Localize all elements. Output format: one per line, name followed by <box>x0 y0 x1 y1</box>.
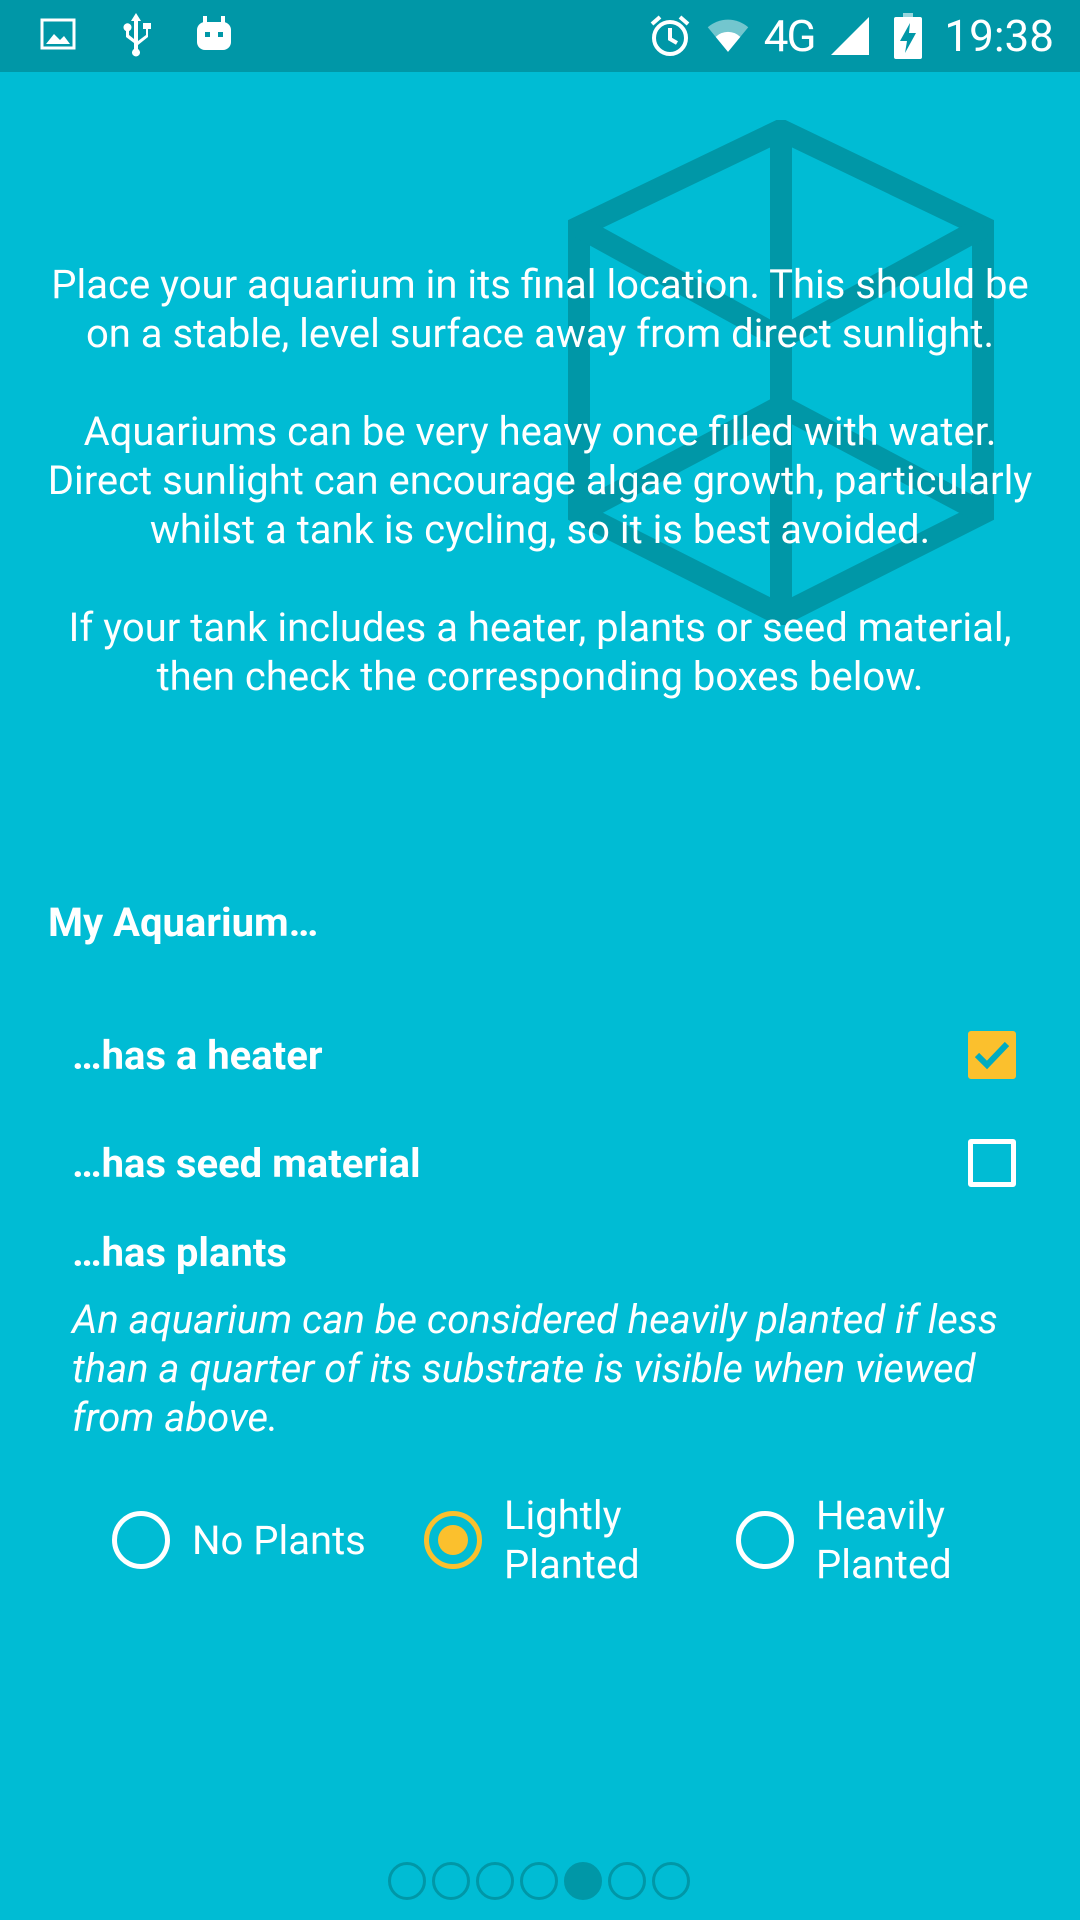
usb-icon <box>114 12 158 57</box>
heater-label: …has a heater <box>72 1031 323 1079</box>
radio-button[interactable] <box>424 1511 482 1569</box>
page-dot[interactable] <box>432 1862 470 1900</box>
alarm-icon <box>648 14 692 58</box>
page-dot[interactable] <box>520 1862 558 1900</box>
page-dot[interactable] <box>608 1862 646 1900</box>
heater-checkbox[interactable] <box>968 1031 1016 1079</box>
radio-label: Lightly Planted <box>504 1492 640 1588</box>
radio-no-plants[interactable]: No Plants <box>112 1490 392 1590</box>
page-indicator <box>388 1862 690 1906</box>
radio-heavily-planted[interactable]: Heavily Planted <box>736 1490 976 1590</box>
plants-title: …has plants <box>72 1229 287 1276</box>
checkmark-icon <box>974 1041 1010 1070</box>
status-bar: 4G 19:38 <box>0 0 1080 72</box>
seed-checkbox[interactable] <box>968 1139 1016 1187</box>
image-icon <box>36 12 80 56</box>
battery-charging-icon <box>886 13 930 59</box>
page-dot-active[interactable] <box>564 1862 602 1900</box>
section-title: My Aquarium… <box>48 899 319 946</box>
network-type: 4G <box>763 10 817 62</box>
page-dot[interactable] <box>476 1862 514 1900</box>
radio-button[interactable] <box>112 1511 170 1569</box>
radio-label: Heavily Planted <box>816 1492 952 1588</box>
radio-label: No Plants <box>192 1516 366 1564</box>
radio-lightly-planted[interactable]: Lightly Planted <box>424 1490 664 1590</box>
status-bar-left <box>36 12 236 57</box>
page-dot[interactable] <box>388 1862 426 1900</box>
android-debug-icon <box>192 12 236 56</box>
seed-option[interactable]: …has seed material <box>72 1123 1022 1203</box>
intro-paragraph: Place your aquarium in its final locatio… <box>51 261 1029 357</box>
intro-paragraph: Aquariums can be very heavy once filled … <box>47 408 1033 553</box>
intro-paragraph: If your tank includes a heater, plants o… <box>68 604 1012 700</box>
heater-option[interactable]: …has a heater <box>72 1015 1022 1095</box>
wifi-icon <box>706 14 750 58</box>
clock: 19:38 <box>944 10 1054 62</box>
seed-label: …has seed material <box>72 1139 421 1187</box>
plants-description: An aquarium can be considered heavily pl… <box>72 1296 998 1441</box>
status-bar-right: 4G 19:38 <box>648 0 1054 72</box>
cell-signal-icon <box>828 14 872 58</box>
intro-text: Place your aquarium in its final locatio… <box>40 260 1040 701</box>
page-dot[interactable] <box>652 1862 690 1900</box>
plants-radio-group: No Plants Lightly Planted Heavily Plante… <box>112 1490 1012 1590</box>
radio-button[interactable] <box>736 1511 794 1569</box>
